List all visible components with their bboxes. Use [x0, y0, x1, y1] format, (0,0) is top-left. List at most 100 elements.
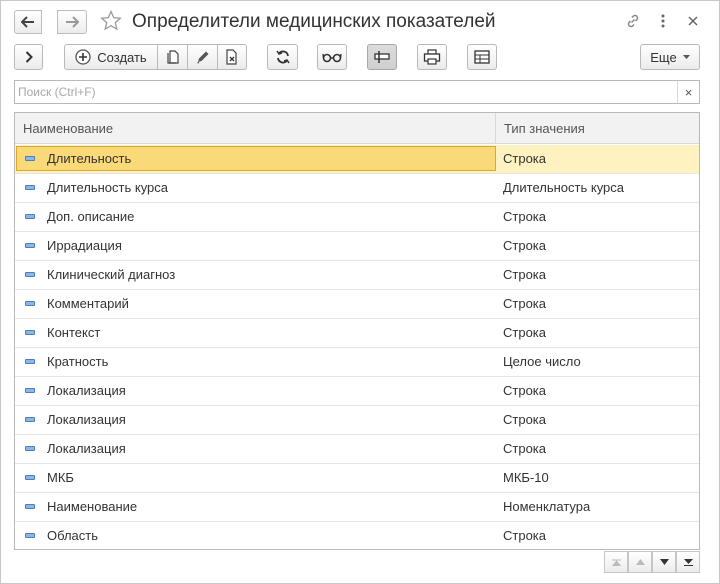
- cell-name: Длительность курса: [47, 180, 169, 195]
- forward-button[interactable]: [57, 10, 87, 34]
- row-marker-icon: [25, 475, 35, 480]
- search-clear-button[interactable]: ×: [677, 81, 699, 103]
- print-button[interactable]: [417, 44, 447, 70]
- chevron-down-icon: [682, 55, 690, 59]
- row-marker-icon: [25, 417, 35, 422]
- grid-header: Наименование Тип значения: [15, 113, 699, 144]
- table-row[interactable]: Кратность Целое число: [15, 348, 699, 377]
- scroll-down-button[interactable]: [652, 551, 676, 573]
- cell-value-type: Длительность курса: [503, 180, 625, 195]
- scroll-top-button[interactable]: [604, 551, 628, 573]
- edit-button[interactable]: [187, 44, 218, 70]
- column-header-type[interactable]: Тип значения: [495, 113, 585, 144]
- search-input[interactable]: [15, 81, 677, 103]
- link-icon[interactable]: [624, 12, 642, 30]
- page-title: Определители медицинских показателей: [132, 11, 496, 32]
- row-marker-icon: [25, 330, 35, 335]
- scroll-bottom-button[interactable]: [676, 551, 700, 573]
- table-row[interactable]: Клинический диагноз Строка: [15, 261, 699, 290]
- chevron-right-icon: [25, 51, 33, 63]
- row-marker-icon: [25, 504, 35, 509]
- cell-name: Локализация: [47, 412, 126, 427]
- cell-name: Доп. описание: [47, 209, 135, 224]
- cell-name: Область: [47, 528, 99, 543]
- refresh-button[interactable]: [267, 44, 298, 70]
- table-row[interactable]: Длительность курса Длительность курса: [15, 174, 699, 203]
- cell-name: Локализация: [47, 441, 126, 456]
- create-button-label: Создать: [97, 49, 147, 65]
- mark-delete-button[interactable]: [217, 44, 247, 70]
- scroll-up-button[interactable]: [628, 551, 652, 573]
- table-row[interactable]: Доп. описание Строка: [15, 203, 699, 232]
- plus-circle-icon: [75, 49, 91, 65]
- create-button[interactable]: Создать: [64, 44, 158, 70]
- copy-button[interactable]: [157, 44, 188, 70]
- back-button[interactable]: [14, 10, 42, 34]
- expand-button[interactable]: [14, 44, 43, 70]
- view-button[interactable]: [317, 44, 347, 70]
- row-marker-icon: [25, 533, 35, 538]
- row-marker-icon: [25, 243, 35, 248]
- table-row[interactable]: Локализация Строка: [15, 435, 699, 464]
- cell-value-type: Строка: [503, 296, 547, 311]
- table-row[interactable]: Локализация Строка: [15, 406, 699, 435]
- printer-icon: [423, 49, 441, 65]
- cell-name: Иррадиация: [47, 238, 122, 253]
- table-row[interactable]: Иррадиация Строка: [15, 232, 699, 261]
- app-window: Определители медицинских показателей Соз…: [0, 0, 720, 584]
- arrow-up-icon: [635, 559, 645, 565]
- data-grid: Наименование Тип значения Длительность Ст…: [14, 112, 700, 550]
- cell-name: Кратность: [47, 354, 109, 369]
- arrow-down-icon: [659, 559, 669, 565]
- table-row[interactable]: Локализация Строка: [15, 377, 699, 406]
- row-marker-icon: [25, 272, 35, 277]
- cell-value-type: Строка: [503, 209, 547, 224]
- cell-name: Длительность: [47, 151, 132, 166]
- more-button-label: Еще: [650, 49, 677, 65]
- cell-name: Наименование: [47, 499, 138, 514]
- table-row[interactable]: Область Строка: [15, 522, 699, 549]
- row-marker-icon: [25, 388, 35, 393]
- column-header-name[interactable]: Наименование: [15, 113, 113, 144]
- cell-name: Контекст: [47, 325, 101, 340]
- table-icon: [474, 50, 490, 64]
- filter-icon: [374, 51, 390, 63]
- cell-name: Клинический диагноз: [47, 267, 176, 282]
- mark-delete-icon: [226, 49, 237, 65]
- cell-value-type: Строка: [503, 441, 547, 456]
- search-box: ×: [14, 80, 700, 104]
- cell-value-type: Строка: [503, 238, 547, 253]
- kebab-menu-icon[interactable]: [654, 12, 672, 30]
- row-marker-icon: [25, 359, 35, 364]
- table-row[interactable]: МКБ МКБ-10: [15, 464, 699, 493]
- filter-toggle-button[interactable]: [367, 44, 397, 70]
- cell-name: Локализация: [47, 383, 126, 398]
- cell-value-type: Строка: [503, 151, 547, 166]
- table-settings-button[interactable]: [467, 44, 497, 70]
- row-marker-icon: [25, 446, 35, 451]
- last-page-icon: [683, 558, 693, 566]
- cell-value-type: МКБ-10: [503, 470, 549, 485]
- close-icon[interactable]: [684, 12, 702, 30]
- row-marker-icon: [25, 185, 35, 190]
- cell-value-type: Строка: [503, 528, 547, 543]
- table-row[interactable]: Наименование Номенклатура: [15, 493, 699, 522]
- command-bar: Создать Еще: [1, 44, 719, 72]
- cell-value-type: Целое число: [503, 354, 581, 369]
- refresh-icon: [275, 50, 290, 64]
- table-row[interactable]: Комментарий Строка: [15, 290, 699, 319]
- cell-name: МКБ: [47, 470, 74, 485]
- more-button[interactable]: Еще: [640, 44, 700, 70]
- arrow-right-icon: [66, 16, 79, 28]
- table-row[interactable]: Длительность Строка: [15, 145, 699, 174]
- cell-value-type: Строка: [503, 267, 547, 282]
- title-bar: Определители медицинских показателей: [1, 1, 719, 41]
- cell-value-type: Строка: [503, 325, 547, 340]
- pencil-icon: [196, 51, 208, 64]
- star-icon[interactable]: [100, 10, 122, 32]
- copy-icon: [166, 50, 179, 64]
- cell-name: Комментарий: [47, 296, 129, 311]
- row-marker-icon: [25, 301, 35, 306]
- table-row[interactable]: Контекст Строка: [15, 319, 699, 348]
- cell-value-type: Строка: [503, 383, 547, 398]
